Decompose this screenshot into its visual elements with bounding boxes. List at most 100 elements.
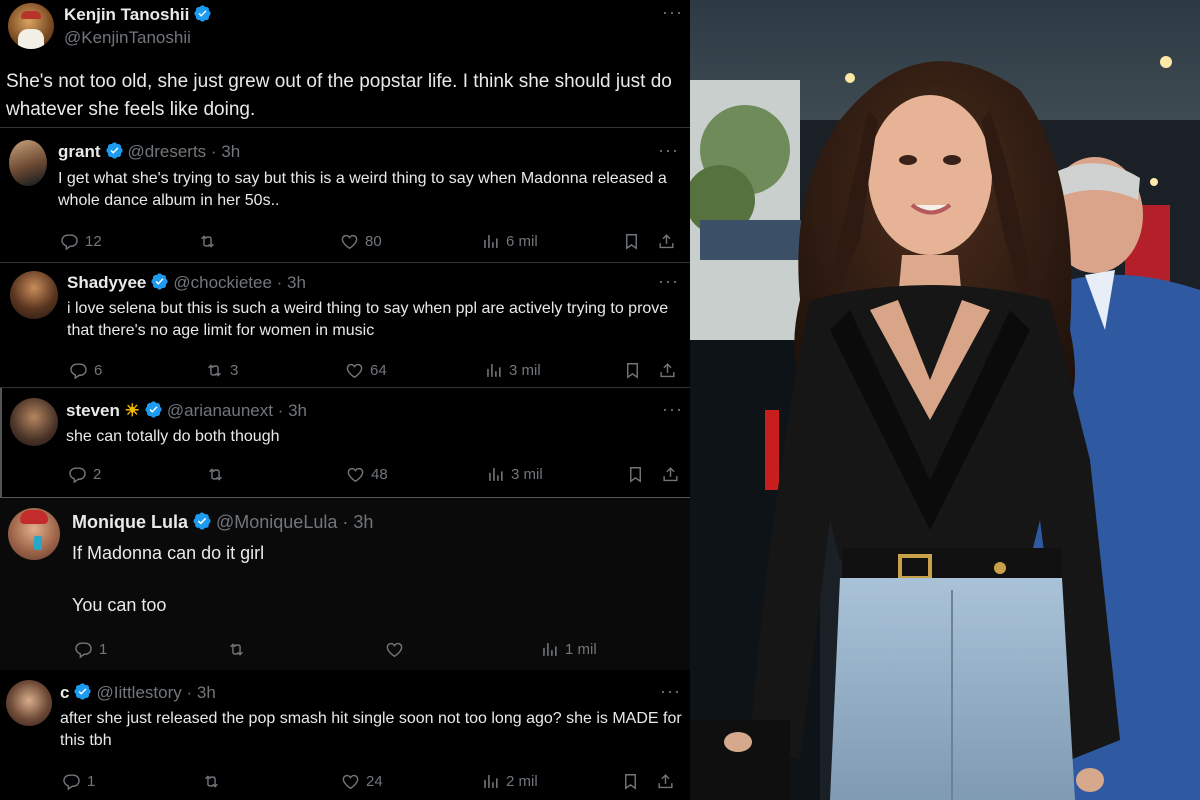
like-button[interactable] <box>385 637 410 661</box>
repost-icon <box>198 232 217 251</box>
reply-button[interactable]: 1 <box>62 769 95 793</box>
author-name[interactable]: steven <box>66 401 120 420</box>
repost-button[interactable] <box>202 769 227 793</box>
view-count: 1 mil <box>565 640 597 658</box>
share-icon <box>658 361 677 380</box>
view-count: 3 mil <box>509 361 541 379</box>
sun-emoji: ☀ <box>124 401 140 420</box>
bookmark-icon <box>621 772 640 791</box>
reply-button[interactable]: 2 <box>68 462 101 486</box>
repost-button[interactable]: 3 <box>205 358 238 382</box>
author-name[interactable]: Kenjin Tanoshii <box>64 5 189 24</box>
like-count: 80 <box>365 232 382 250</box>
share-button[interactable] <box>657 229 676 253</box>
author-handle[interactable]: @MoniqueLula <box>216 512 337 532</box>
views-button[interactable]: 3 mil <box>484 358 541 382</box>
share-button[interactable] <box>656 769 675 793</box>
view-count: 3 mil <box>511 465 543 483</box>
bookmark-button[interactable] <box>622 229 641 253</box>
timestamp[interactable]: · 3h <box>277 273 306 292</box>
bookmark-button[interactable] <box>626 462 645 486</box>
author-name[interactable]: grant <box>58 142 101 161</box>
author-handle[interactable]: @arianaunext <box>167 401 273 420</box>
more-options-icon[interactable]: ··· <box>658 140 679 161</box>
bookmark-button[interactable] <box>621 769 640 793</box>
reply-tweet[interactable]: c @Iittlestory · 3h ··· after she just re… <box>0 670 690 800</box>
like-button[interactable]: 80 <box>340 229 382 253</box>
reply-tweet[interactable]: grant @dreserts · 3h ··· I get what she's… <box>0 128 690 263</box>
views-icon <box>484 361 503 380</box>
share-button[interactable] <box>658 358 677 382</box>
author-name[interactable]: Shadyyee <box>67 273 146 292</box>
author-handle[interactable]: @KenjinTanoshii <box>64 28 191 48</box>
tweet-text: after she just released the pop smash hi… <box>60 710 682 749</box>
view-count: 2 mil <box>506 772 538 790</box>
timestamp[interactable]: · 3h <box>278 401 307 420</box>
verified-badge-icon <box>193 4 212 23</box>
reply-tweet[interactable]: steven ☀ @arianaunext · 3h ··· she can to… <box>0 388 690 498</box>
share-button[interactable] <box>661 462 680 486</box>
share-icon <box>657 232 676 251</box>
author-handle[interactable]: @dreserts <box>128 142 207 161</box>
celebrity-photo <box>690 0 1200 800</box>
bookmark-icon <box>623 361 642 380</box>
timestamp[interactable]: · 3h <box>186 683 215 702</box>
reply-count: 12 <box>85 232 102 250</box>
author-name[interactable]: c <box>60 683 69 702</box>
avatar[interactable] <box>10 271 58 319</box>
author-name[interactable]: Monique Lula <box>72 512 188 532</box>
reply-button[interactable]: 1 <box>74 637 107 661</box>
more-options-icon[interactable]: ··· <box>662 399 683 420</box>
bookmark-button[interactable] <box>623 358 642 382</box>
repost-icon <box>205 361 224 380</box>
reply-tweet[interactable]: Shadyyee @chockietee · 3h ··· i love sele… <box>0 263 690 388</box>
timestamp[interactable]: · 3h <box>342 512 373 532</box>
avatar[interactable] <box>10 398 58 446</box>
action-bar: 6 3 64 3 mil <box>0 358 690 382</box>
reply-count: 2 <box>93 465 102 483</box>
like-count: 48 <box>371 465 388 483</box>
avatar[interactable] <box>9 140 47 186</box>
action-bar: 2 48 3 mil <box>2 462 690 486</box>
more-options-icon[interactable]: ··· <box>660 681 681 702</box>
verified-badge-icon <box>105 141 124 160</box>
main-tweet[interactable]: Kenjin Tanoshii @KenjinTanoshii ··· She'… <box>0 0 690 128</box>
more-options-icon[interactable]: ··· <box>658 271 679 292</box>
repost-icon <box>202 772 221 791</box>
avatar[interactable] <box>6 680 52 726</box>
repost-button[interactable] <box>206 462 231 486</box>
like-button[interactable]: 64 <box>345 358 387 382</box>
views-icon <box>540 640 559 659</box>
reply-tweet[interactable]: Monique Lula @MoniqueLula · 3h If Madonna… <box>0 498 690 670</box>
like-button[interactable]: 24 <box>341 769 383 793</box>
bookmark-icon <box>626 465 645 484</box>
heart-icon <box>385 640 404 659</box>
reply-icon <box>69 361 88 380</box>
avatar[interactable] <box>8 3 54 49</box>
views-icon <box>486 465 505 484</box>
avatar[interactable] <box>8 508 60 560</box>
like-button[interactable]: 48 <box>346 462 388 486</box>
tweet-text: I get what she's trying to say but this … <box>58 170 667 209</box>
author-handle[interactable]: @Iittlestory <box>96 683 181 702</box>
views-button[interactable]: 6 mil <box>481 229 538 253</box>
more-options-icon[interactable]: ··· <box>662 2 683 23</box>
reply-icon <box>62 772 81 791</box>
views-button[interactable]: 1 mil <box>540 637 597 661</box>
repost-count: 3 <box>230 361 239 379</box>
reply-button[interactable]: 12 <box>60 229 102 253</box>
verified-badge-icon <box>192 511 212 531</box>
tweet-text: i love selena but this is such a weird t… <box>67 300 669 339</box>
repost-button[interactable] <box>198 229 223 253</box>
timestamp[interactable]: · 3h <box>211 142 240 161</box>
repost-icon <box>206 465 225 484</box>
heart-icon <box>346 465 365 484</box>
like-count: 24 <box>366 772 383 790</box>
share-icon <box>656 772 675 791</box>
repost-button[interactable] <box>227 637 252 661</box>
views-button[interactable]: 3 mil <box>486 462 543 486</box>
reply-icon <box>74 640 93 659</box>
views-button[interactable]: 2 mil <box>481 769 538 793</box>
author-handle[interactable]: @chockietee <box>173 273 272 292</box>
reply-button[interactable]: 6 <box>69 358 102 382</box>
